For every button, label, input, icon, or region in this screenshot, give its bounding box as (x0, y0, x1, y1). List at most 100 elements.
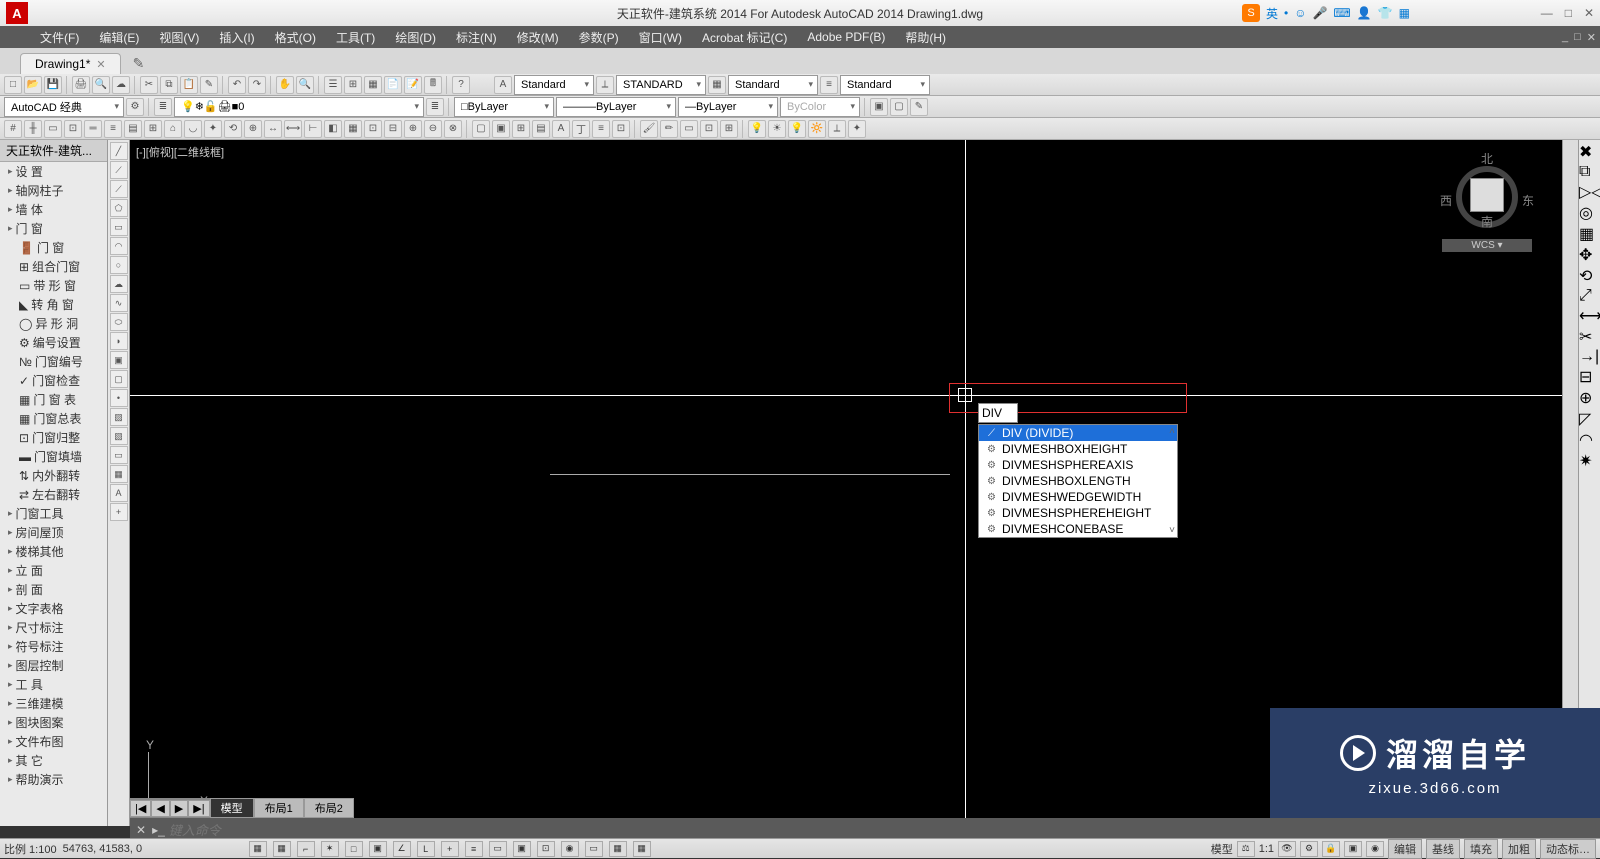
t-btn[interactable]: ▦ (344, 120, 362, 138)
line-icon[interactable]: ╱ (110, 142, 128, 160)
cmdline-input[interactable] (169, 823, 1594, 838)
t-btn[interactable]: 💡 (788, 120, 806, 138)
block-icon[interactable]: ▢ (110, 370, 128, 388)
t-btn[interactable]: ▭ (44, 120, 62, 138)
tab-close-icon[interactable]: ✕ (96, 58, 105, 71)
break-icon[interactable]: ⊟ (1579, 367, 1600, 387)
layout-nav-last[interactable]: ▶| (188, 800, 209, 817)
menu-modify[interactable]: 修改(M) (507, 29, 569, 46)
t-btn[interactable]: ⌂ (164, 120, 182, 138)
t-btn[interactable]: ╫ (24, 120, 42, 138)
layer-drop[interactable]: 💡❄🔓🖨■ 0 (174, 97, 424, 117)
polygon-icon[interactable]: ⬠ (110, 199, 128, 217)
spline-icon[interactable]: ∿ (110, 294, 128, 312)
panel-item[interactable]: ◣转 角 窗 (0, 295, 107, 314)
explode-icon[interactable]: ✷ (1579, 451, 1600, 471)
scroll-down-icon[interactable]: ˅ (1169, 525, 1175, 536)
menu-edit[interactable]: 编辑(E) (89, 29, 149, 46)
polar-toggle[interactable]: ✶ (321, 841, 339, 857)
color-drop[interactable]: □ByLayer (454, 97, 554, 117)
autocomplete-item[interactable]: ⚙DIVMESHBOXHEIGHT (979, 441, 1177, 457)
panel-item[interactable]: ▦门 窗 表 (0, 390, 107, 409)
panel-item[interactable]: 轴网柱子 (0, 181, 107, 200)
menu-insert[interactable]: 插入(I) (209, 29, 264, 46)
erase-icon[interactable]: ✖ (1579, 142, 1600, 162)
view-label[interactable]: [-][俯视][二维线框] (136, 144, 224, 160)
insert-block-icon[interactable]: ▣ (870, 98, 888, 116)
preview-icon[interactable]: 🔍 (92, 76, 110, 94)
scroll-up-icon[interactable]: ˄ (1169, 426, 1175, 437)
hatch-icon[interactable]: ▨ (110, 408, 128, 426)
panel-item[interactable]: ⚙编号设置 (0, 333, 107, 352)
t-btn[interactable]: ⊖ (424, 120, 442, 138)
close-button[interactable]: ✕ (1584, 6, 1594, 20)
panel-item[interactable]: 文字表格 (0, 599, 107, 618)
t-btn[interactable]: ⊡ (64, 120, 82, 138)
t-btn[interactable]: 🔆 (808, 120, 826, 138)
menu-view[interactable]: 视图(V) (149, 29, 209, 46)
table-icon[interactable]: ▦ (110, 465, 128, 483)
panel-item[interactable]: 尺寸标注 (0, 618, 107, 637)
panel-item[interactable]: 剖 面 (0, 580, 107, 599)
sheet-icon[interactable]: 📄 (384, 76, 402, 94)
layout-tab-model[interactable]: 模型 (210, 798, 254, 818)
t-btn[interactable]: 🖌 (640, 120, 658, 138)
extend-icon[interactable]: →| (1579, 348, 1600, 366)
hardware-icon[interactable]: ▣ (1344, 841, 1362, 857)
panel-item[interactable]: 图层控制 (0, 656, 107, 675)
ime-app-icon[interactable]: 👕 (1378, 6, 1393, 20)
panel-item[interactable]: 帮助演示 (0, 770, 107, 789)
panel-item[interactable]: 文件布图 (0, 732, 107, 751)
lineweight-drop[interactable]: — ByLayer (678, 97, 778, 117)
offset-icon[interactable]: ◎ (1579, 203, 1600, 223)
copy-icon[interactable]: ⧉ (160, 76, 178, 94)
ime-kbd-icon[interactable]: ⌨ (1333, 6, 1350, 20)
t-btn[interactable]: A (552, 120, 570, 138)
t-btn[interactable]: ⊡ (700, 120, 718, 138)
ws-gear-icon[interactable]: ⚙ (126, 98, 144, 116)
t-btn[interactable]: ◧ (324, 120, 342, 138)
toggle-baseline[interactable]: 基线 (1426, 839, 1460, 859)
menu-dim[interactable]: 标注(N) (446, 29, 507, 46)
panel-item[interactable]: №门窗编号 (0, 352, 107, 371)
layout-nav-first[interactable]: |◀ (130, 800, 151, 817)
toolpalette-icon[interactable]: ▦ (364, 76, 382, 94)
ime-mic-icon[interactable]: 🎤 (1312, 6, 1327, 20)
panel-item[interactable]: 🚪门 窗 (0, 238, 107, 257)
layout-nav-prev[interactable]: ◀ (151, 800, 169, 817)
mtext-icon[interactable]: A (110, 484, 128, 502)
redo-icon[interactable]: ↷ (248, 76, 266, 94)
maximize-button[interactable]: □ (1565, 6, 1572, 20)
publish-icon[interactable]: ☁ (112, 76, 130, 94)
view-cube[interactable]: 北 西 东 南 WCS ▾ (1442, 148, 1532, 258)
help-icon[interactable]: ? (452, 76, 470, 94)
t-btn[interactable]: ▤ (124, 120, 142, 138)
toggle-dyn[interactable]: 动态标… (1540, 839, 1596, 859)
cmdline-close-icon[interactable]: ✕ (136, 823, 146, 837)
plotstyle-drop[interactable]: ByColor (780, 97, 860, 117)
layer-states-icon[interactable]: ≣ (426, 98, 444, 116)
panel-item[interactable]: 符号标注 (0, 637, 107, 656)
panel-item[interactable]: 三维建模 (0, 694, 107, 713)
t-btn[interactable]: ⊡ (364, 120, 382, 138)
panel-item[interactable]: ▬门窗填墙 (0, 447, 107, 466)
panel-item[interactable]: ▭带 形 窗 (0, 276, 107, 295)
t-btn[interactable]: ✦ (848, 120, 866, 138)
t-btn[interactable]: ◡ (184, 120, 202, 138)
panel-item[interactable]: 房间屋顶 (0, 523, 107, 542)
t-btn[interactable]: ☀ (768, 120, 786, 138)
properties-icon[interactable]: ☰ (324, 76, 342, 94)
tpy-toggle[interactable]: ▭ (489, 841, 507, 857)
panel-item[interactable]: ◯异 形 洞 (0, 314, 107, 333)
t-btn[interactable]: ≡ (592, 120, 610, 138)
markup-icon[interactable]: 📝 (404, 76, 422, 94)
toggle-fill[interactable]: 填充 (1464, 839, 1498, 859)
mlstyle-icon[interactable]: ≡ (820, 76, 838, 94)
3dosnap-toggle[interactable]: ▣ (369, 841, 387, 857)
insert-icon[interactable]: ▣ (110, 351, 128, 369)
workspace-drop[interactable]: AutoCAD 经典 (4, 97, 124, 117)
join-icon[interactable]: ⊕ (1579, 388, 1600, 408)
panel-item[interactable]: ▦门窗总表 (0, 409, 107, 428)
autocomplete-item[interactable]: ⚙DIVMESHCONEBASE (979, 521, 1177, 537)
tab-add-button[interactable]: ✎ (127, 53, 151, 74)
